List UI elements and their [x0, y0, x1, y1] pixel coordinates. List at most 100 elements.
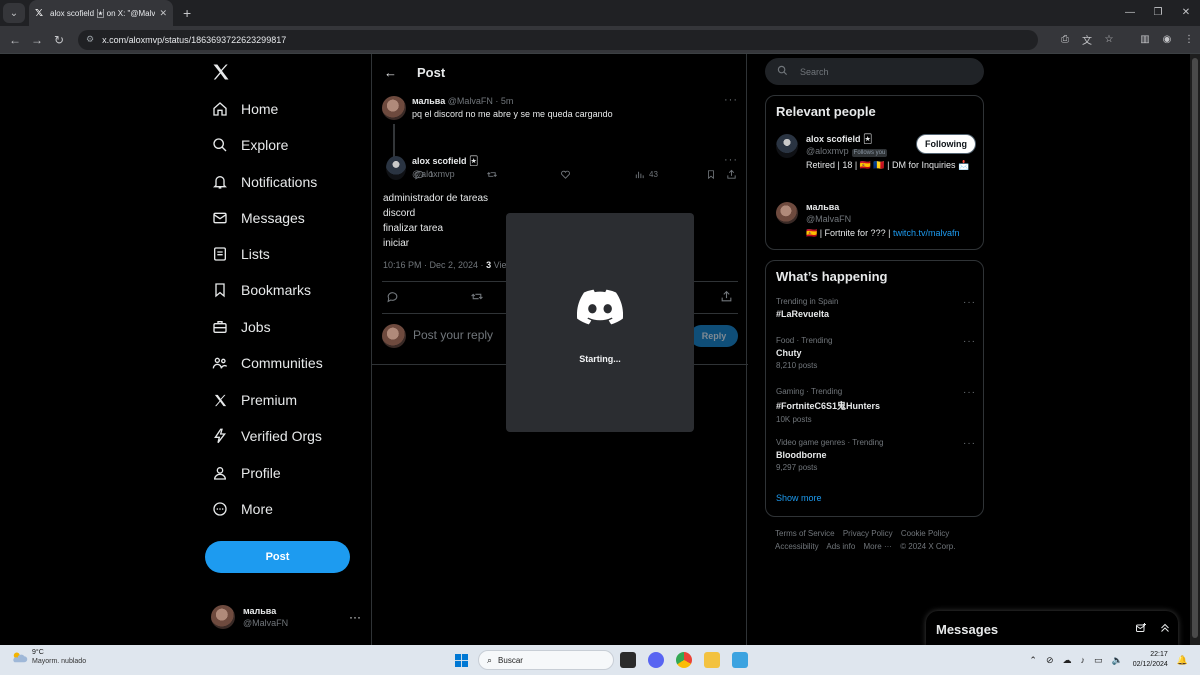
following-button[interactable]: Following	[916, 134, 976, 154]
nav-item-messages[interactable]: Messages	[211, 203, 305, 233]
footer-link[interactable]: More ···	[864, 542, 892, 551]
speaker-icon[interactable]: 🔈	[1112, 655, 1123, 666]
browser-tab[interactable]: 𝕏 alox scofield 🃏 on X: "@MalvaFN ✕	[29, 0, 173, 26]
footer-link[interactable]: Terms of Service	[775, 529, 835, 538]
chrome-taskbar-icon[interactable]	[676, 652, 692, 668]
display-icon[interactable]: ▭	[1094, 655, 1103, 666]
nav-item-premium[interactable]: Premium	[211, 385, 297, 415]
account-switcher[interactable]: мальва @MalvaFN ···	[211, 602, 361, 632]
retweet-icon[interactable]	[486, 169, 498, 180]
scrollbar-thumb[interactable]	[1192, 58, 1198, 638]
person-name[interactable]: мальва	[806, 202, 839, 212]
trend-item[interactable]: Video game genres · Trending Bloodborne …	[776, 438, 976, 472]
maximize-icon[interactable]: ❐	[1144, 0, 1172, 26]
nav-item-bookmarks[interactable]: Bookmarks	[211, 275, 311, 305]
notifications-bell-icon[interactable]: 🔔	[1177, 655, 1188, 666]
task-view-icon[interactable]	[620, 652, 636, 668]
show-more-link[interactable]: Show more	[776, 493, 822, 503]
reload-icon[interactable]: ↻	[48, 33, 70, 47]
share-icon[interactable]	[720, 290, 733, 306]
trend-item[interactable]: Food · Trending Chuty 8,210 posts ···	[776, 336, 976, 370]
microphone-icon[interactable]: ♪	[1081, 655, 1086, 665]
clock[interactable]: 22:17 02/12/2024	[1133, 650, 1168, 670]
reply-button[interactable]: Reply	[690, 325, 738, 347]
more-dots-icon[interactable]: ···	[963, 387, 976, 398]
nav-item-profile[interactable]: Profile	[211, 458, 281, 488]
bookmark-icon[interactable]	[706, 169, 716, 180]
profile-icon[interactable]: ◉	[1156, 34, 1178, 45]
more-dots-icon[interactable]: ···	[963, 438, 976, 449]
tab-close-icon[interactable]: ✕	[159, 8, 167, 19]
more-dots-icon[interactable]: ···	[963, 336, 976, 347]
reply-icon[interactable]	[386, 290, 399, 306]
taskbar-search[interactable]: ⌕ Buscar	[478, 650, 614, 670]
menu-kebab-icon[interactable]: ⋮	[1178, 34, 1200, 45]
network-off-icon[interactable]: ⊘	[1046, 655, 1054, 666]
avatar[interactable]	[382, 96, 406, 120]
tweet-time[interactable]: 5m	[501, 96, 514, 106]
back-icon[interactable]: ←	[4, 33, 26, 47]
like-icon[interactable]	[560, 169, 571, 180]
author-name[interactable]: alox scofield 🃏	[412, 156, 478, 167]
search-input[interactable]: Search	[765, 58, 984, 85]
more-dots-icon[interactable]: ···	[724, 94, 738, 106]
expand-icon[interactable]	[1154, 622, 1176, 637]
minimize-icon[interactable]: —	[1116, 0, 1144, 26]
footer-link[interactable]: Cookie Policy	[901, 529, 949, 538]
tweet-datetime[interactable]: 10:16 PM · Dec 2, 2024 ·	[383, 260, 484, 270]
more-dots-icon[interactable]: ···	[349, 610, 361, 624]
footer-link[interactable]: Privacy Policy	[843, 529, 893, 538]
share-icon[interactable]	[726, 169, 737, 180]
views-action[interactable]: 43	[634, 169, 658, 180]
trend-item[interactable]: Gaming · Trending #FortniteC6S1鬼Hunters …	[776, 387, 976, 424]
nav-item-notifications[interactable]: Notifications	[211, 167, 317, 197]
install-app-icon[interactable]: ⎙	[1054, 34, 1076, 45]
address-bar[interactable]: ⚙ x.com/aloxmvp/status/18636937226232998…	[78, 29, 1038, 50]
app-taskbar-icon[interactable]	[732, 652, 748, 668]
avatar[interactable]	[776, 134, 798, 158]
bookmark-star-icon[interactable]: ☆	[1098, 34, 1120, 45]
tab-search-dropdown[interactable]: ⌄	[3, 3, 25, 23]
nav-item-lists[interactable]: Lists	[211, 239, 270, 269]
nav-item-jobs[interactable]: Jobs	[211, 312, 271, 342]
author-handle[interactable]: @aloxmvp	[412, 169, 455, 179]
discord-taskbar-icon[interactable]	[648, 652, 664, 668]
post-button[interactable]: Post	[205, 541, 350, 573]
site-info-icon[interactable]: ⚙	[86, 34, 94, 45]
footer-link[interactable]: Accessibility	[775, 542, 819, 551]
nav-item-communities[interactable]: Communities	[211, 348, 323, 378]
translate-icon[interactable]: 文	[1076, 32, 1098, 47]
side-panel-icon[interactable]: ▥	[1134, 34, 1156, 45]
back-arrow-icon[interactable]: ←	[384, 65, 397, 80]
windows-start-icon[interactable]	[455, 654, 468, 667]
author-handle[interactable]: @MalvaFN	[448, 96, 493, 106]
messages-drawer[interactable]: Messages	[926, 611, 1178, 645]
file-explorer-icon[interactable]	[704, 652, 720, 668]
new-message-icon[interactable]	[1130, 622, 1152, 637]
person-item[interactable]: мальва @MalvaFN 🇪🇸 | Fortnite for ??? | …	[776, 202, 976, 246]
nav-item-explore[interactable]: Explore	[211, 130, 288, 160]
x-logo-icon[interactable]	[211, 62, 231, 82]
avatar[interactable]	[776, 202, 798, 224]
more-dots-icon[interactable]: ···	[724, 154, 738, 166]
nav-item-home[interactable]: Home	[211, 94, 278, 124]
author-name[interactable]: мальва	[412, 96, 445, 106]
reply-input[interactable]: Post your reply	[413, 328, 493, 342]
page-scrollbar[interactable]	[1190, 54, 1200, 645]
more-dots-icon[interactable]: ···	[963, 297, 976, 308]
chevron-up-icon[interactable]: ⌃	[1029, 655, 1037, 666]
nav-item-verified-orgs[interactable]: Verified Orgs	[211, 421, 322, 451]
weather-widget[interactable]: 9°C Mayorm. nublado	[10, 649, 86, 665]
close-window-icon[interactable]: ✕	[1172, 0, 1200, 26]
person-name[interactable]: alox scofield 🃏	[806, 134, 872, 145]
new-tab-icon[interactable]: +	[183, 5, 191, 21]
retweet-icon[interactable]	[470, 290, 484, 306]
trend-item[interactable]: Trending in Spain #LaRevuelta ···	[776, 297, 976, 319]
person-item[interactable]: alox scofield 🃏 @aloxmvp Follows you Foll…	[776, 134, 976, 184]
forward-icon[interactable]: →	[26, 33, 48, 47]
cloud-icon[interactable]: ☁	[1063, 655, 1072, 666]
nav-item-more[interactable]: More	[211, 494, 273, 524]
avatar[interactable]	[386, 156, 406, 180]
bio-link[interactable]: twitch.tv/malvafn	[893, 228, 960, 238]
footer-link[interactable]: Ads info	[826, 542, 855, 551]
